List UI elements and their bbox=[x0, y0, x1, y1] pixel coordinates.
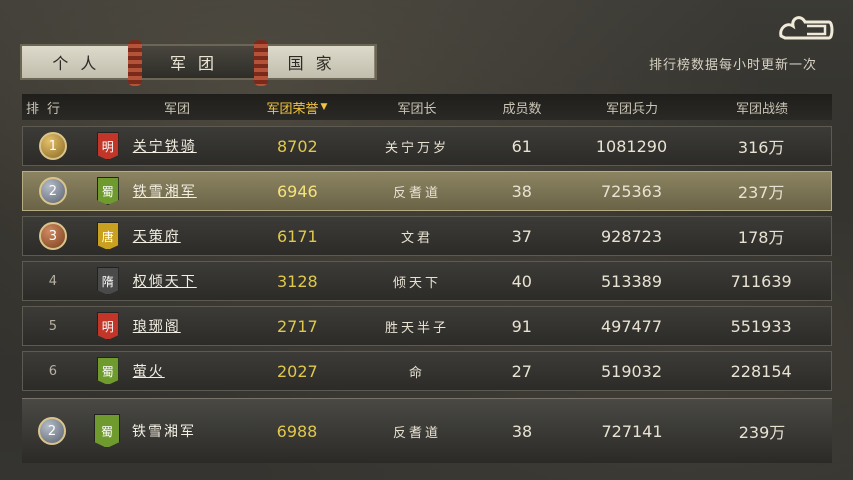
legion-honor: 3128 bbox=[276, 271, 318, 291]
ranking-list: 1 明 关宁铁骑 8702 关宁万岁 61 1081290 316万 2 蜀 铁… bbox=[22, 126, 832, 396]
legion-record: 237万 bbox=[737, 183, 785, 202]
header-members: 成员数 bbox=[502, 101, 542, 117]
own-legion-power: 727141 bbox=[601, 421, 663, 441]
rank-number: 4 bbox=[48, 273, 58, 289]
legion-leader: 胜天半子 bbox=[385, 320, 450, 336]
ranking-row[interactable]: 6 蜀 萤火 2027 命 27 519032 228154 bbox=[22, 351, 832, 391]
faction-banner-icon: 蜀 bbox=[96, 357, 119, 385]
legion-members: 91 bbox=[511, 316, 532, 336]
legion-name-link[interactable]: 铁雪湘军 bbox=[133, 181, 197, 201]
tab-personal[interactable]: 个人 bbox=[22, 46, 140, 78]
legion-leader: 关宁万岁 bbox=[385, 140, 450, 156]
legion-name-link[interactable]: 关宁铁骑 bbox=[133, 136, 197, 156]
own-legion-members: 38 bbox=[511, 421, 533, 441]
rank-medal-silver-icon: 2 bbox=[38, 417, 66, 445]
rank-medal-silver-icon: 2 bbox=[38, 177, 67, 205]
ranking-row[interactable]: 5 明 琅琊阁 2717 胜天半子 91 497477 551933 bbox=[22, 306, 832, 346]
faction-banner-icon: 明 bbox=[96, 312, 119, 340]
legion-leader: 倾天下 bbox=[393, 275, 442, 291]
legion-leader: 命 bbox=[409, 365, 426, 381]
legion-members: 40 bbox=[511, 271, 532, 291]
legion-name-link[interactable]: 权倾天下 bbox=[133, 271, 197, 291]
legion-power: 725363 bbox=[600, 181, 663, 201]
legion-honor: 8702 bbox=[276, 136, 318, 156]
legion-record: 178万 bbox=[737, 228, 785, 247]
legion-power: 928723 bbox=[600, 226, 663, 246]
legion-record: 551933 bbox=[730, 316, 792, 336]
legion-power: 1081290 bbox=[595, 136, 668, 156]
ranking-header: 排行 军团 军团荣誉 ▼ 军团长 成员数 军团兵力 军团战绩 bbox=[22, 94, 832, 120]
ranking-row[interactable]: 1 明 关宁铁骑 8702 关宁万岁 61 1081290 316万 bbox=[22, 126, 832, 166]
legion-honor: 2717 bbox=[276, 316, 318, 336]
rank-medal-gold-icon: 1 bbox=[38, 132, 67, 160]
faction-banner-icon: 明 bbox=[96, 132, 119, 160]
tab-label: 个人 bbox=[52, 54, 109, 73]
legion-name-link[interactable]: 琅琊阁 bbox=[133, 316, 181, 336]
legion-honor: 2027 bbox=[276, 361, 318, 381]
cloud-emblem-icon bbox=[777, 10, 835, 42]
ranking-row-own[interactable]: 2 蜀 铁雪湘军 6946 反耆道 38 725363 237万 bbox=[22, 171, 832, 211]
legion-members: 61 bbox=[511, 136, 532, 156]
header-record: 军团战绩 bbox=[735, 101, 788, 117]
legion-leader: 文君 bbox=[401, 230, 434, 246]
legion-members: 37 bbox=[511, 226, 532, 246]
rank-number: 5 bbox=[48, 318, 58, 334]
own-legion-row: 2 蜀 铁雪湘军 6988 反耆道 38 727141 239万 bbox=[22, 398, 832, 463]
scope-tabs: 个人 军团 国家 bbox=[20, 40, 377, 86]
sort-desc-icon: ▼ bbox=[320, 102, 328, 112]
legion-power: 513389 bbox=[600, 271, 663, 291]
own-legion-record: 239万 bbox=[738, 423, 786, 442]
header-rank: 排行 bbox=[25, 101, 68, 117]
tab-legion[interactable]: 军团 bbox=[139, 46, 258, 78]
legion-name-link[interactable]: 天策府 bbox=[133, 226, 181, 246]
own-legion-name: 铁雪湘军 bbox=[132, 424, 196, 440]
legion-power: 497477 bbox=[600, 316, 663, 336]
ranking-row[interactable]: 4 隋 权倾天下 3128 倾天下 40 513389 711639 bbox=[22, 261, 832, 301]
rank-number: 6 bbox=[48, 363, 58, 379]
header-power: 军团兵力 bbox=[605, 101, 658, 117]
ranking-row[interactable]: 3 唐 天策府 6171 文君 37 928723 178万 bbox=[22, 216, 832, 256]
tab-country[interactable]: 国家 bbox=[257, 46, 376, 78]
rope-decoration bbox=[254, 40, 268, 86]
own-legion-leader: 反耆道 bbox=[392, 425, 441, 441]
own-legion-honor: 6988 bbox=[276, 421, 318, 441]
header-leader: 军团长 bbox=[397, 101, 437, 117]
legion-honor: 6946 bbox=[276, 181, 318, 201]
faction-banner-icon: 隋 bbox=[96, 267, 119, 295]
faction-banner-icon: 蜀 bbox=[94, 414, 120, 448]
legion-leader: 反耆道 bbox=[393, 185, 442, 201]
legion-record: 316万 bbox=[737, 138, 785, 157]
faction-banner-icon: 蜀 bbox=[96, 177, 119, 205]
header-honor-label: 军团荣誉 bbox=[266, 101, 319, 117]
legion-honor: 6171 bbox=[276, 226, 318, 246]
legion-record: 711639 bbox=[730, 271, 792, 291]
header-legion: 军团 bbox=[163, 101, 190, 117]
legion-record: 228154 bbox=[730, 361, 792, 381]
legion-members: 38 bbox=[511, 181, 532, 201]
tab-label: 军团 bbox=[170, 54, 227, 73]
update-note: 排行榜数据每小时更新一次 bbox=[648, 58, 817, 73]
faction-banner-icon: 唐 bbox=[96, 222, 119, 250]
rope-decoration bbox=[128, 40, 142, 86]
legion-name-link[interactable]: 萤火 bbox=[133, 361, 165, 381]
legion-members: 27 bbox=[511, 361, 532, 381]
legion-power: 519032 bbox=[600, 361, 663, 381]
rank-medal-bronze-icon: 3 bbox=[38, 222, 67, 250]
header-honor-sort[interactable]: 军团荣誉 ▼ bbox=[232, 98, 362, 117]
tab-label: 国家 bbox=[287, 54, 344, 73]
